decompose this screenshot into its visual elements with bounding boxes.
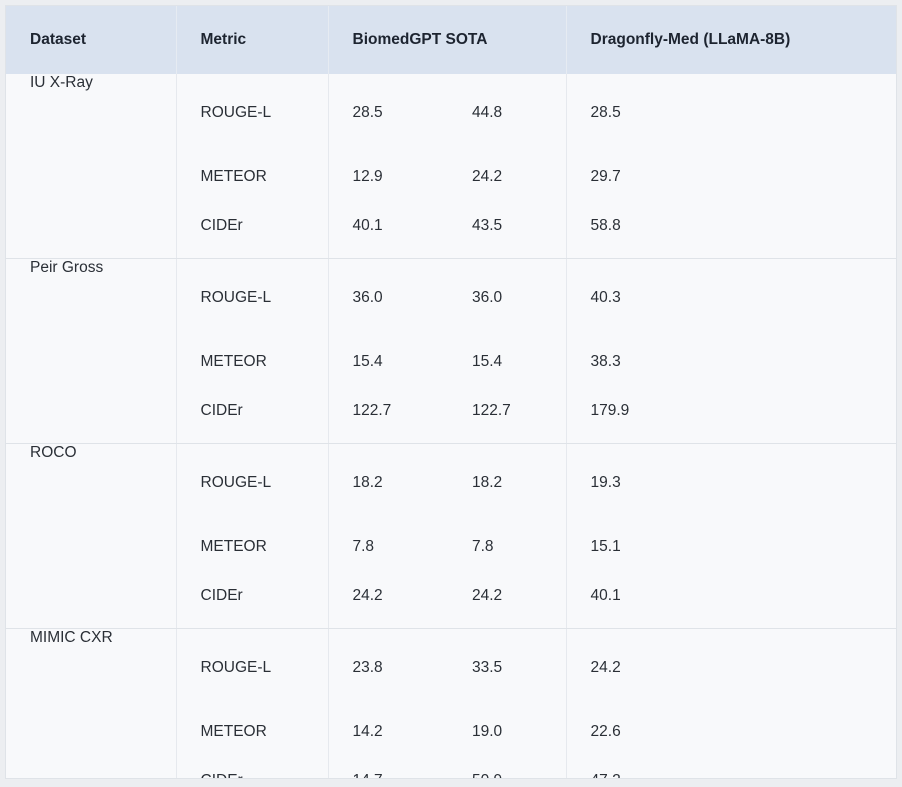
metric-cell: ROUGE-L [176, 443, 329, 522]
metric-cell: METEOR [176, 337, 329, 387]
biomed-value-1: 18.2 [352, 474, 383, 491]
biomed-value-2: 36.0 [448, 258, 567, 337]
dragonfly-value: 15.1 [590, 538, 621, 555]
table-row: IU X-Ray ROUGE-L 28.5 44.8 28.5 [6, 74, 896, 259]
table-row: Peir Gross ROUGE-L 36.0 36.0 40.3 [6, 258, 896, 444]
metric-cell: CIDEr [176, 202, 329, 259]
table-header-row: Dataset Metric BiomedGPT SOTA Dragonfly-… [6, 6, 896, 74]
biomed-value-1: 15.4 [352, 353, 383, 370]
dragonfly-value: 40.3 [590, 289, 621, 306]
results-table-container: Dataset Metric BiomedGPT SOTA Dragonfly-… [5, 5, 897, 779]
table-row: MIMIC CXR ROUGE-L 23.8 33.5 24.2 [6, 628, 896, 778]
dataset-cell: Peir Gross [6, 258, 177, 444]
header-biomedgpt-sota: BiomedGPT SOTA [328, 6, 567, 74]
dataset-cell: IU X-Ray [6, 74, 177, 259]
biomed-value-1: 122.7 [328, 387, 448, 444]
biomed-value-1: 14.2 [352, 723, 383, 740]
metric-cell: CIDEr [176, 757, 329, 778]
metric-cell: ROUGE-L [176, 74, 329, 152]
metric-cell: METEOR [176, 522, 329, 572]
dataset-cell: ROCO [6, 443, 177, 629]
biomed-value-1: 14.7 [328, 757, 448, 778]
biomed-value-2: 122.7 [448, 387, 567, 444]
biomed-value-2: 24.2 [448, 152, 567, 202]
dragonfly-value: 40.1 [566, 572, 896, 629]
dragonfly-value: 28.5 [590, 104, 621, 121]
metric-cell: CIDEr [176, 572, 329, 629]
dragonfly-value: 58.8 [566, 202, 896, 259]
biomed-value-2: 18.2 [448, 443, 567, 522]
metric-cell: ROUGE-L [176, 258, 329, 337]
biomed-value-2: 33.5 [448, 628, 567, 707]
biomed-value-2: 24.2 [448, 572, 567, 629]
dragonfly-value: 19.3 [590, 474, 621, 491]
biomed-value-1: 36.0 [352, 289, 383, 306]
biomed-value-1: 24.2 [328, 572, 448, 629]
biomed-value-2: 44.8 [448, 74, 567, 152]
biomed-value-2: 7.8 [448, 522, 567, 572]
header-metric: Metric [176, 6, 329, 74]
dragonfly-value: 47.2 [566, 757, 896, 778]
header-dataset: Dataset [6, 6, 177, 74]
biomed-value-2: 43.5 [448, 202, 567, 259]
biomed-value-1: 7.8 [352, 538, 375, 555]
biomed-value-1: 40.1 [328, 202, 448, 259]
biomed-value-1: 12.9 [352, 168, 383, 185]
table-row: ROCO ROUGE-L 18.2 18.2 19.3 [6, 443, 896, 629]
biomed-value-2: 50.9 [448, 757, 567, 778]
dragonfly-value: 22.6 [590, 723, 621, 740]
dragonfly-value: 29.7 [590, 168, 621, 185]
biomed-value-1: 28.5 [352, 104, 383, 121]
dragonfly-value: 38.3 [590, 353, 621, 370]
biomed-value-2: 19.0 [448, 707, 567, 757]
dragonfly-value: 179.9 [566, 387, 896, 444]
dragonfly-value: 24.2 [590, 659, 621, 676]
biomed-value-1: 23.8 [352, 659, 383, 676]
metric-cell: METEOR [176, 152, 329, 202]
results-table: Dataset Metric BiomedGPT SOTA Dragonfly-… [6, 6, 896, 778]
metric-cell: CIDEr [176, 387, 329, 444]
biomed-value-2: 15.4 [448, 337, 567, 387]
dataset-cell: MIMIC CXR [6, 628, 177, 778]
header-dragonfly-med: Dragonfly-Med (LLaMA-8B) [590, 31, 791, 48]
metric-cell: METEOR [176, 707, 329, 757]
metric-cell: ROUGE-L [176, 628, 329, 707]
